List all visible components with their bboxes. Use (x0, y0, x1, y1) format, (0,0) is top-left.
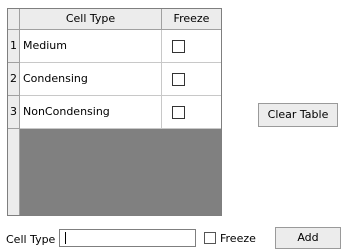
column-header-freeze[interactable]: Freeze (162, 9, 221, 30)
freeze-checkbox[interactable] (172, 40, 185, 53)
cell-type-value[interactable]: Condensing (20, 63, 162, 96)
freeze-checkbox[interactable] (172, 73, 185, 86)
freeze-cell[interactable] (162, 30, 221, 63)
freeze-checkbox[interactable] (172, 106, 185, 119)
row-number[interactable]: 3 (8, 96, 20, 129)
table-row[interactable]: 3 NonCondensing (8, 96, 221, 129)
text-caret (65, 232, 66, 244)
row-number[interactable]: 1 (8, 30, 20, 63)
table-row[interactable]: 2 Condensing (8, 63, 221, 96)
cell-type-label: Cell Type (6, 233, 56, 246)
grid-corner-header (8, 9, 20, 30)
table-row[interactable]: 1 Medium (8, 30, 221, 63)
freeze-checkbox-input[interactable] (204, 232, 216, 244)
freeze-cell[interactable] (162, 63, 221, 96)
cell-type-grid: Cell Type Freeze 1 Medium 2 Condensing 3… (7, 8, 222, 216)
freeze-label[interactable]: Freeze (220, 232, 256, 245)
cell-type-input[interactable] (59, 229, 196, 247)
cell-type-value[interactable]: NonCondensing (20, 96, 162, 129)
column-header-cell-type[interactable]: Cell Type (20, 9, 162, 30)
clear-table-button[interactable]: Clear Table (258, 103, 338, 127)
row-number[interactable]: 2 (8, 63, 20, 96)
cell-type-value[interactable]: Medium (20, 30, 162, 63)
grid-empty-area (8, 129, 20, 215)
freeze-cell[interactable] (162, 96, 221, 129)
add-button[interactable]: Add (275, 227, 341, 249)
